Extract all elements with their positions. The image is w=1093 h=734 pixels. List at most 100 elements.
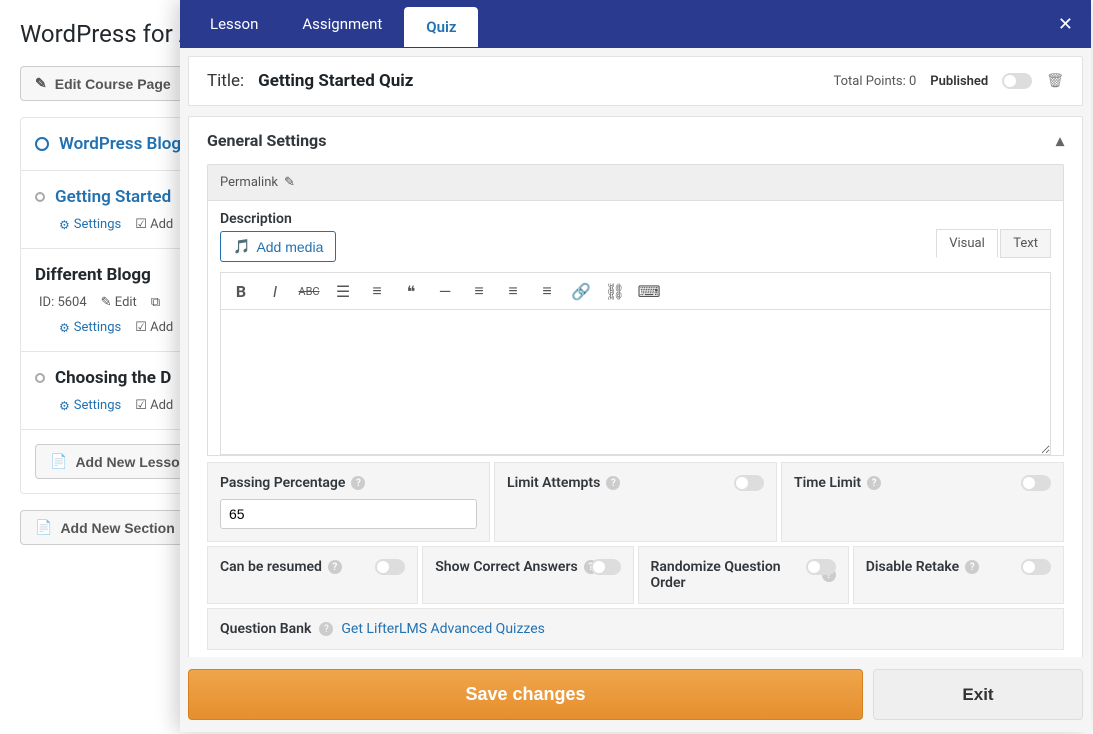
setting-disable-retake: Disable Retake ? xyxy=(853,546,1064,604)
quiz-title-value[interactable]: Getting Started Quiz xyxy=(258,71,819,91)
question-bank-link[interactable]: Get LifterLMS Advanced Quizzes xyxy=(341,621,544,637)
align-left-icon[interactable]: ≡ xyxy=(469,281,489,301)
help-icon[interactable]: ? xyxy=(867,476,881,490)
file-icon: 📄 xyxy=(35,519,52,536)
unlink-icon[interactable]: ⛓ xyxy=(605,281,625,301)
randomize-question-order-toggle[interactable] xyxy=(806,559,836,575)
lesson-edit-link[interactable]: ✎ Edit xyxy=(101,295,137,310)
title-label: Title: xyxy=(207,71,244,91)
help-icon[interactable]: ? xyxy=(328,560,342,574)
numbered-list-icon[interactable]: ≡ xyxy=(367,281,387,301)
file-icon: 📄 xyxy=(50,453,67,470)
setting-label: Limit Attempts xyxy=(507,475,600,491)
total-points: Total Points: 0 xyxy=(834,74,917,89)
lesson-add-link[interactable]: ☑ Add xyxy=(135,320,173,335)
pencil-icon: ✎ xyxy=(284,175,295,190)
editor-tab-text[interactable]: Text xyxy=(1000,229,1051,258)
lesson-id: ID: 5604 xyxy=(39,295,87,310)
setting-label: Can be resumed xyxy=(220,559,322,575)
section-marker-icon xyxy=(35,137,49,151)
lesson-marker-icon xyxy=(35,192,45,202)
section-title: WordPress Blog xyxy=(59,134,181,154)
setting-label: Randomize Question Order xyxy=(651,559,816,591)
lesson-add-link[interactable]: ☑ Add xyxy=(135,217,173,232)
edit-course-page-button[interactable]: ✎ Edit Course Page xyxy=(20,66,186,101)
tab-quiz[interactable]: Quiz xyxy=(404,7,478,47)
help-icon[interactable]: ? xyxy=(319,622,333,636)
setting-time-limit: Time Limit ? xyxy=(781,462,1064,542)
help-icon[interactable]: ? xyxy=(606,476,620,490)
setting-can-be-resumed: Can be resumed ? xyxy=(207,546,418,604)
bold-icon[interactable]: B xyxy=(231,281,251,301)
setting-label: Show Correct Answers xyxy=(435,559,577,575)
save-changes-button[interactable]: Save changes xyxy=(188,669,863,720)
gear-icon: ⚙ xyxy=(59,218,70,232)
disable-retake-toggle[interactable] xyxy=(1021,559,1051,575)
toolbar-toggle-icon[interactable]: ⌨ xyxy=(639,281,659,301)
gear-icon: ⚙ xyxy=(59,321,70,335)
quiz-title-bar: Title: Getting Started Quiz Total Points… xyxy=(188,56,1083,106)
description-editor[interactable] xyxy=(220,310,1051,455)
add-media-label: Add media xyxy=(256,239,323,255)
can-be-resumed-toggle[interactable] xyxy=(375,559,405,575)
time-limit-toggle[interactable] xyxy=(1021,475,1051,491)
tab-assignment[interactable]: Assignment xyxy=(280,1,404,47)
description-label: Description xyxy=(220,211,1051,227)
trash-icon[interactable]: 🗑 xyxy=(1046,73,1064,89)
permalink-row[interactable]: Permalink ✎ xyxy=(207,164,1064,201)
lesson-add-link[interactable]: ☑ Add xyxy=(135,398,173,413)
passing-percentage-input[interactable] xyxy=(220,499,477,529)
setting-label: Time Limit xyxy=(794,475,861,491)
edit-course-label: Edit Course Page xyxy=(55,76,171,92)
general-settings-section: General Settings ▴ Permalink ✎ Descripti… xyxy=(188,116,1083,657)
lesson-settings-link[interactable]: ⚙Settings xyxy=(59,217,121,232)
modal-footer: Save changes Exit xyxy=(180,657,1091,732)
published-toggle[interactable] xyxy=(1002,73,1032,89)
lesson-marker-icon xyxy=(35,373,45,383)
quiz-editor-modal: Lesson Assignment Quiz ✕ Title: Getting … xyxy=(180,0,1091,732)
limit-attempts-toggle[interactable] xyxy=(734,475,764,491)
show-correct-answers-toggle[interactable] xyxy=(591,559,621,575)
editor-tab-visual[interactable]: Visual xyxy=(936,229,998,258)
quote-icon[interactable]: ❝ xyxy=(401,281,421,301)
setting-randomize-question-order: Randomize Question Order ? xyxy=(638,546,849,604)
add-media-button[interactable]: 🎵 Add media xyxy=(220,231,336,262)
help-icon[interactable]: ? xyxy=(965,560,979,574)
published-label: Published xyxy=(930,74,988,89)
align-right-icon[interactable]: ≡ xyxy=(537,281,557,301)
add-lesson-label: Add New Lesson xyxy=(75,454,188,470)
strikethrough-icon[interactable]: ABC xyxy=(299,281,319,301)
setting-label: Disable Retake xyxy=(866,559,959,575)
editor-toolbar: B I ABC ☰ ≡ ❝ — ≡ ≡ ≡ 🔗 ⛓ ⌨ xyxy=(220,272,1051,310)
align-center-icon[interactable]: ≡ xyxy=(503,281,523,301)
help-icon[interactable]: ? xyxy=(351,476,365,490)
caret-up-icon: ▴ xyxy=(1056,131,1064,150)
setting-label: Passing Percentage xyxy=(220,475,345,491)
permalink-label: Permalink xyxy=(220,175,278,190)
external-link-icon[interactable]: ⧉ xyxy=(151,295,160,310)
tab-lesson[interactable]: Lesson xyxy=(188,1,280,47)
setting-limit-attempts: Limit Attempts ? xyxy=(494,462,777,542)
exit-button[interactable]: Exit xyxy=(873,669,1083,720)
question-bank-label: Question Bank xyxy=(220,621,311,637)
close-icon[interactable]: ✕ xyxy=(1058,14,1073,35)
hr-icon[interactable]: — xyxy=(435,281,455,301)
setting-show-correct-answers: Show Correct Answers ? xyxy=(422,546,633,604)
link-icon[interactable]: 🔗 xyxy=(571,281,591,301)
lesson-title: Getting Started xyxy=(55,187,171,207)
add-section-label: Add New Section xyxy=(60,520,174,536)
media-icon: 🎵 xyxy=(233,238,250,255)
section-header[interactable]: General Settings ▴ xyxy=(189,117,1082,164)
bullet-list-icon[interactable]: ☰ xyxy=(333,281,353,301)
question-bank-row: Question Bank ? Get LifterLMS Advanced Q… xyxy=(207,608,1064,650)
modal-tabs: Lesson Assignment Quiz ✕ xyxy=(180,0,1091,48)
lesson-settings-link[interactable]: ⚙Settings xyxy=(59,398,121,413)
lesson-title: Different Blogg xyxy=(35,265,151,285)
lesson-title: Choosing the D xyxy=(55,368,171,388)
lesson-settings-link[interactable]: ⚙Settings xyxy=(59,320,121,335)
pencil-icon: ✎ xyxy=(35,75,47,92)
setting-passing-percentage: Passing Percentage ? xyxy=(207,462,490,542)
italic-icon[interactable]: I xyxy=(265,281,285,301)
add-new-section-button[interactable]: 📄 Add New Section xyxy=(20,510,190,545)
add-new-lesson-button[interactable]: 📄 Add New Lesson xyxy=(35,444,203,479)
